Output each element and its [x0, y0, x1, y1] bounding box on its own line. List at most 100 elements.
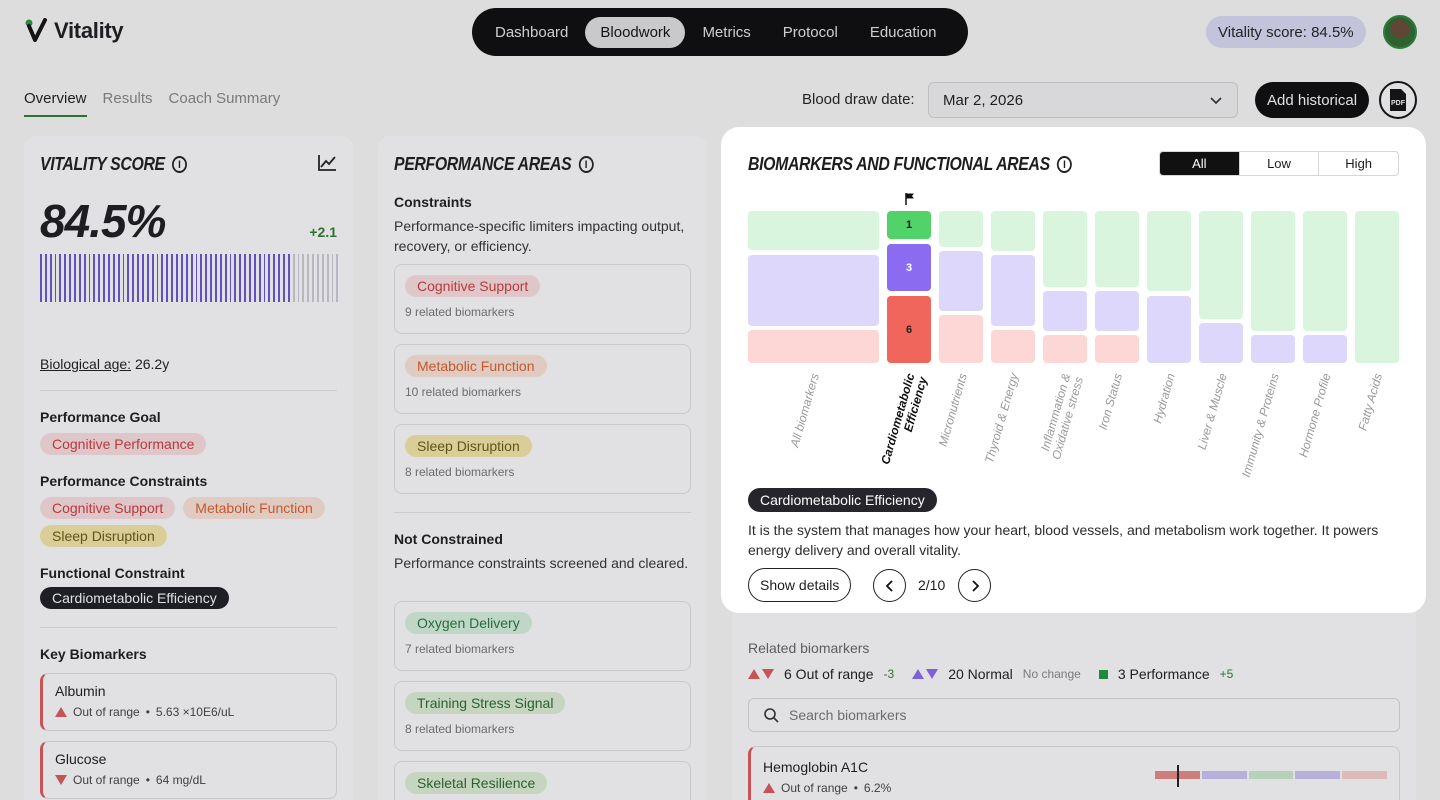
treemap-tile-count[interactable]: 3: [887, 244, 931, 291]
treemap-tile[interactable]: [1303, 211, 1347, 331]
treemap-tile[interactable]: [748, 330, 879, 363]
constraint-chip[interactable]: Cognitive Support: [40, 497, 176, 519]
treemap-column[interactable]: [748, 211, 879, 363]
nav-dashboard[interactable]: Dashboard: [480, 17, 583, 48]
treemap-column-label[interactable]: Cardiometabolic Efficiency: [877, 372, 930, 475]
next-button[interactable]: [958, 569, 991, 602]
treemap-tile[interactable]: [1147, 296, 1191, 363]
treemap-column-label[interactable]: Micronutrients: [932, 372, 969, 464]
related-biomarkers-card: Related biomarkers 6 Out of range -3 20 …: [732, 600, 1416, 800]
treemap-column-label[interactable]: Iron Status: [1093, 372, 1125, 445]
related-biomarkers-heading: Related biomarkers: [748, 640, 870, 656]
filter-low[interactable]: Low: [1240, 152, 1320, 175]
functional-constraint-chip[interactable]: Cardiometabolic Efficiency: [40, 587, 229, 609]
treemap-tile[interactable]: [1251, 335, 1295, 363]
treemap-column-label[interactable]: Hydration: [1149, 372, 1178, 433]
treemap-tile[interactable]: [939, 315, 983, 363]
nav-education[interactable]: Education: [855, 17, 952, 48]
biological-age-label[interactable]: Biological age:: [40, 356, 131, 372]
tab-results[interactable]: Results: [103, 90, 153, 117]
performance-area-item[interactable]: Training Stress Signal 8 related biomark…: [394, 681, 691, 751]
treemap-column-label[interactable]: Immunity & Proteins: [1234, 372, 1281, 496]
key-biomarker-value: 5.63 ×10E6/uL: [155, 705, 235, 719]
treemap-column[interactable]: [991, 211, 1035, 363]
tab-overview[interactable]: Overview: [24, 90, 87, 117]
treemap-column-label[interactable]: Hormone Profile: [1294, 372, 1333, 471]
avatar[interactable]: [1383, 15, 1417, 49]
constraint-chip[interactable]: Sleep Disruption: [40, 525, 167, 547]
show-details-button[interactable]: Show details: [748, 568, 852, 602]
treemap-tile[interactable]: [1147, 211, 1191, 291]
treemap-tile[interactable]: [991, 330, 1035, 363]
nav-metrics[interactable]: Metrics: [687, 17, 765, 48]
treemap-tile[interactable]: [1043, 335, 1087, 363]
treemap-tile[interactable]: [939, 211, 983, 247]
treemap-tile[interactable]: [1095, 335, 1139, 363]
divider: [394, 512, 691, 513]
performance-area-item[interactable]: Metabolic Function 10 related biomarkers: [394, 344, 691, 414]
score-bar-segment: [151, 254, 154, 302]
treemap-column[interactable]: [1303, 211, 1347, 363]
treemap-column-label[interactable]: Liver & Muscle: [1192, 372, 1229, 464]
normal-count: 20 Normal: [948, 666, 1013, 682]
treemap-tile[interactable]: [1303, 335, 1347, 363]
key-biomarker-item[interactable]: Albumin Out of range • 5.63 ×10E6/uL: [40, 673, 337, 731]
treemap-tile-count[interactable]: 1: [887, 211, 931, 239]
performance-area-item[interactable]: Oxygen Delivery 7 related biomarkers: [394, 601, 691, 671]
tab-coach-summary[interactable]: Coach Summary: [169, 90, 281, 117]
vitality-card-title: Vitality Score i: [40, 154, 301, 175]
treemap-tile[interactable]: [748, 211, 879, 250]
pdf-download-button[interactable]: PDF: [1379, 81, 1417, 119]
treemap-column[interactable]: [1043, 211, 1087, 363]
key-biomarker-item[interactable]: Glucose Out of range • 64 mg/dL: [40, 741, 337, 799]
treemap-tile[interactable]: [1199, 323, 1243, 363]
trend-chart-icon[interactable]: [317, 154, 337, 172]
performance-area-item[interactable]: Cognitive Support 9 related biomarkers: [394, 264, 691, 334]
treemap-column[interactable]: [1199, 211, 1243, 363]
treemap-tile[interactable]: [939, 251, 983, 311]
biomarker-row[interactable]: Hemoglobin A1C Out of range • 6.2%: [748, 746, 1400, 800]
treemap-tile[interactable]: [1199, 211, 1243, 319]
app-logo[interactable]: Vitality: [24, 18, 124, 44]
search-biomarkers-input[interactable]: Search biomarkers: [748, 698, 1400, 732]
info-icon[interactable]: i: [578, 156, 594, 173]
nav-protocol[interactable]: Protocol: [768, 17, 853, 48]
performance-area-item[interactable]: Sleep Disruption 8 related biomarkers: [394, 424, 691, 494]
info-icon[interactable]: i: [1056, 156, 1072, 173]
biomarker-value: 6.2%: [863, 781, 892, 795]
treemap-tile[interactable]: [1355, 211, 1399, 363]
treemap-column[interactable]: [939, 211, 983, 363]
treemap-tile[interactable]: [991, 211, 1035, 251]
score-bar-segment: [239, 254, 242, 302]
blood-draw-date-select[interactable]: Mar 2, 2026: [928, 82, 1238, 118]
treemap-tile[interactable]: [1095, 291, 1139, 331]
goal-chip[interactable]: Cognitive Performance: [40, 433, 207, 455]
vitality-score-pill[interactable]: Vitality score: 84.5%: [1206, 16, 1366, 48]
info-icon[interactable]: i: [171, 156, 187, 173]
treemap-column[interactable]: [1355, 211, 1399, 363]
treemap-tile[interactable]: [991, 255, 1035, 326]
constraint-chip[interactable]: Metabolic Function: [183, 497, 325, 519]
treemap-column-label[interactable]: All biomarkers: [784, 372, 822, 464]
treemap-column[interactable]: 1 3 6: [887, 211, 931, 363]
treemap-column[interactable]: [1251, 211, 1295, 363]
treemap-column-label[interactable]: Thyroid & Energy: [980, 372, 1021, 477]
treemap-column[interactable]: [1095, 211, 1139, 363]
treemap-tile[interactable]: [748, 255, 879, 326]
treemap-tile[interactable]: [1251, 211, 1295, 331]
treemap-tile[interactable]: [1095, 211, 1139, 287]
treemap-tile-count[interactable]: 6: [887, 296, 931, 363]
treemap-column-label[interactable]: Inflammation & Oxidative stress: [1033, 372, 1086, 475]
treemap-column[interactable]: [1147, 211, 1191, 363]
performance-area-item[interactable]: Skeletal Resilience: [394, 761, 691, 800]
treemap-tile[interactable]: [1043, 291, 1087, 331]
filter-all[interactable]: All: [1160, 152, 1240, 175]
add-historical-button[interactable]: Add historical: [1255, 82, 1370, 118]
nav-bloodwork[interactable]: Bloodwork: [585, 16, 686, 48]
filter-high[interactable]: High: [1319, 152, 1398, 175]
treemap-tile[interactable]: [1043, 211, 1087, 287]
flag-icon: [905, 193, 914, 205]
treemap-column-label[interactable]: Fatty Acids: [1353, 372, 1386, 445]
key-biomarker-name: Albumin: [55, 683, 106, 699]
previous-button[interactable]: [873, 569, 906, 602]
